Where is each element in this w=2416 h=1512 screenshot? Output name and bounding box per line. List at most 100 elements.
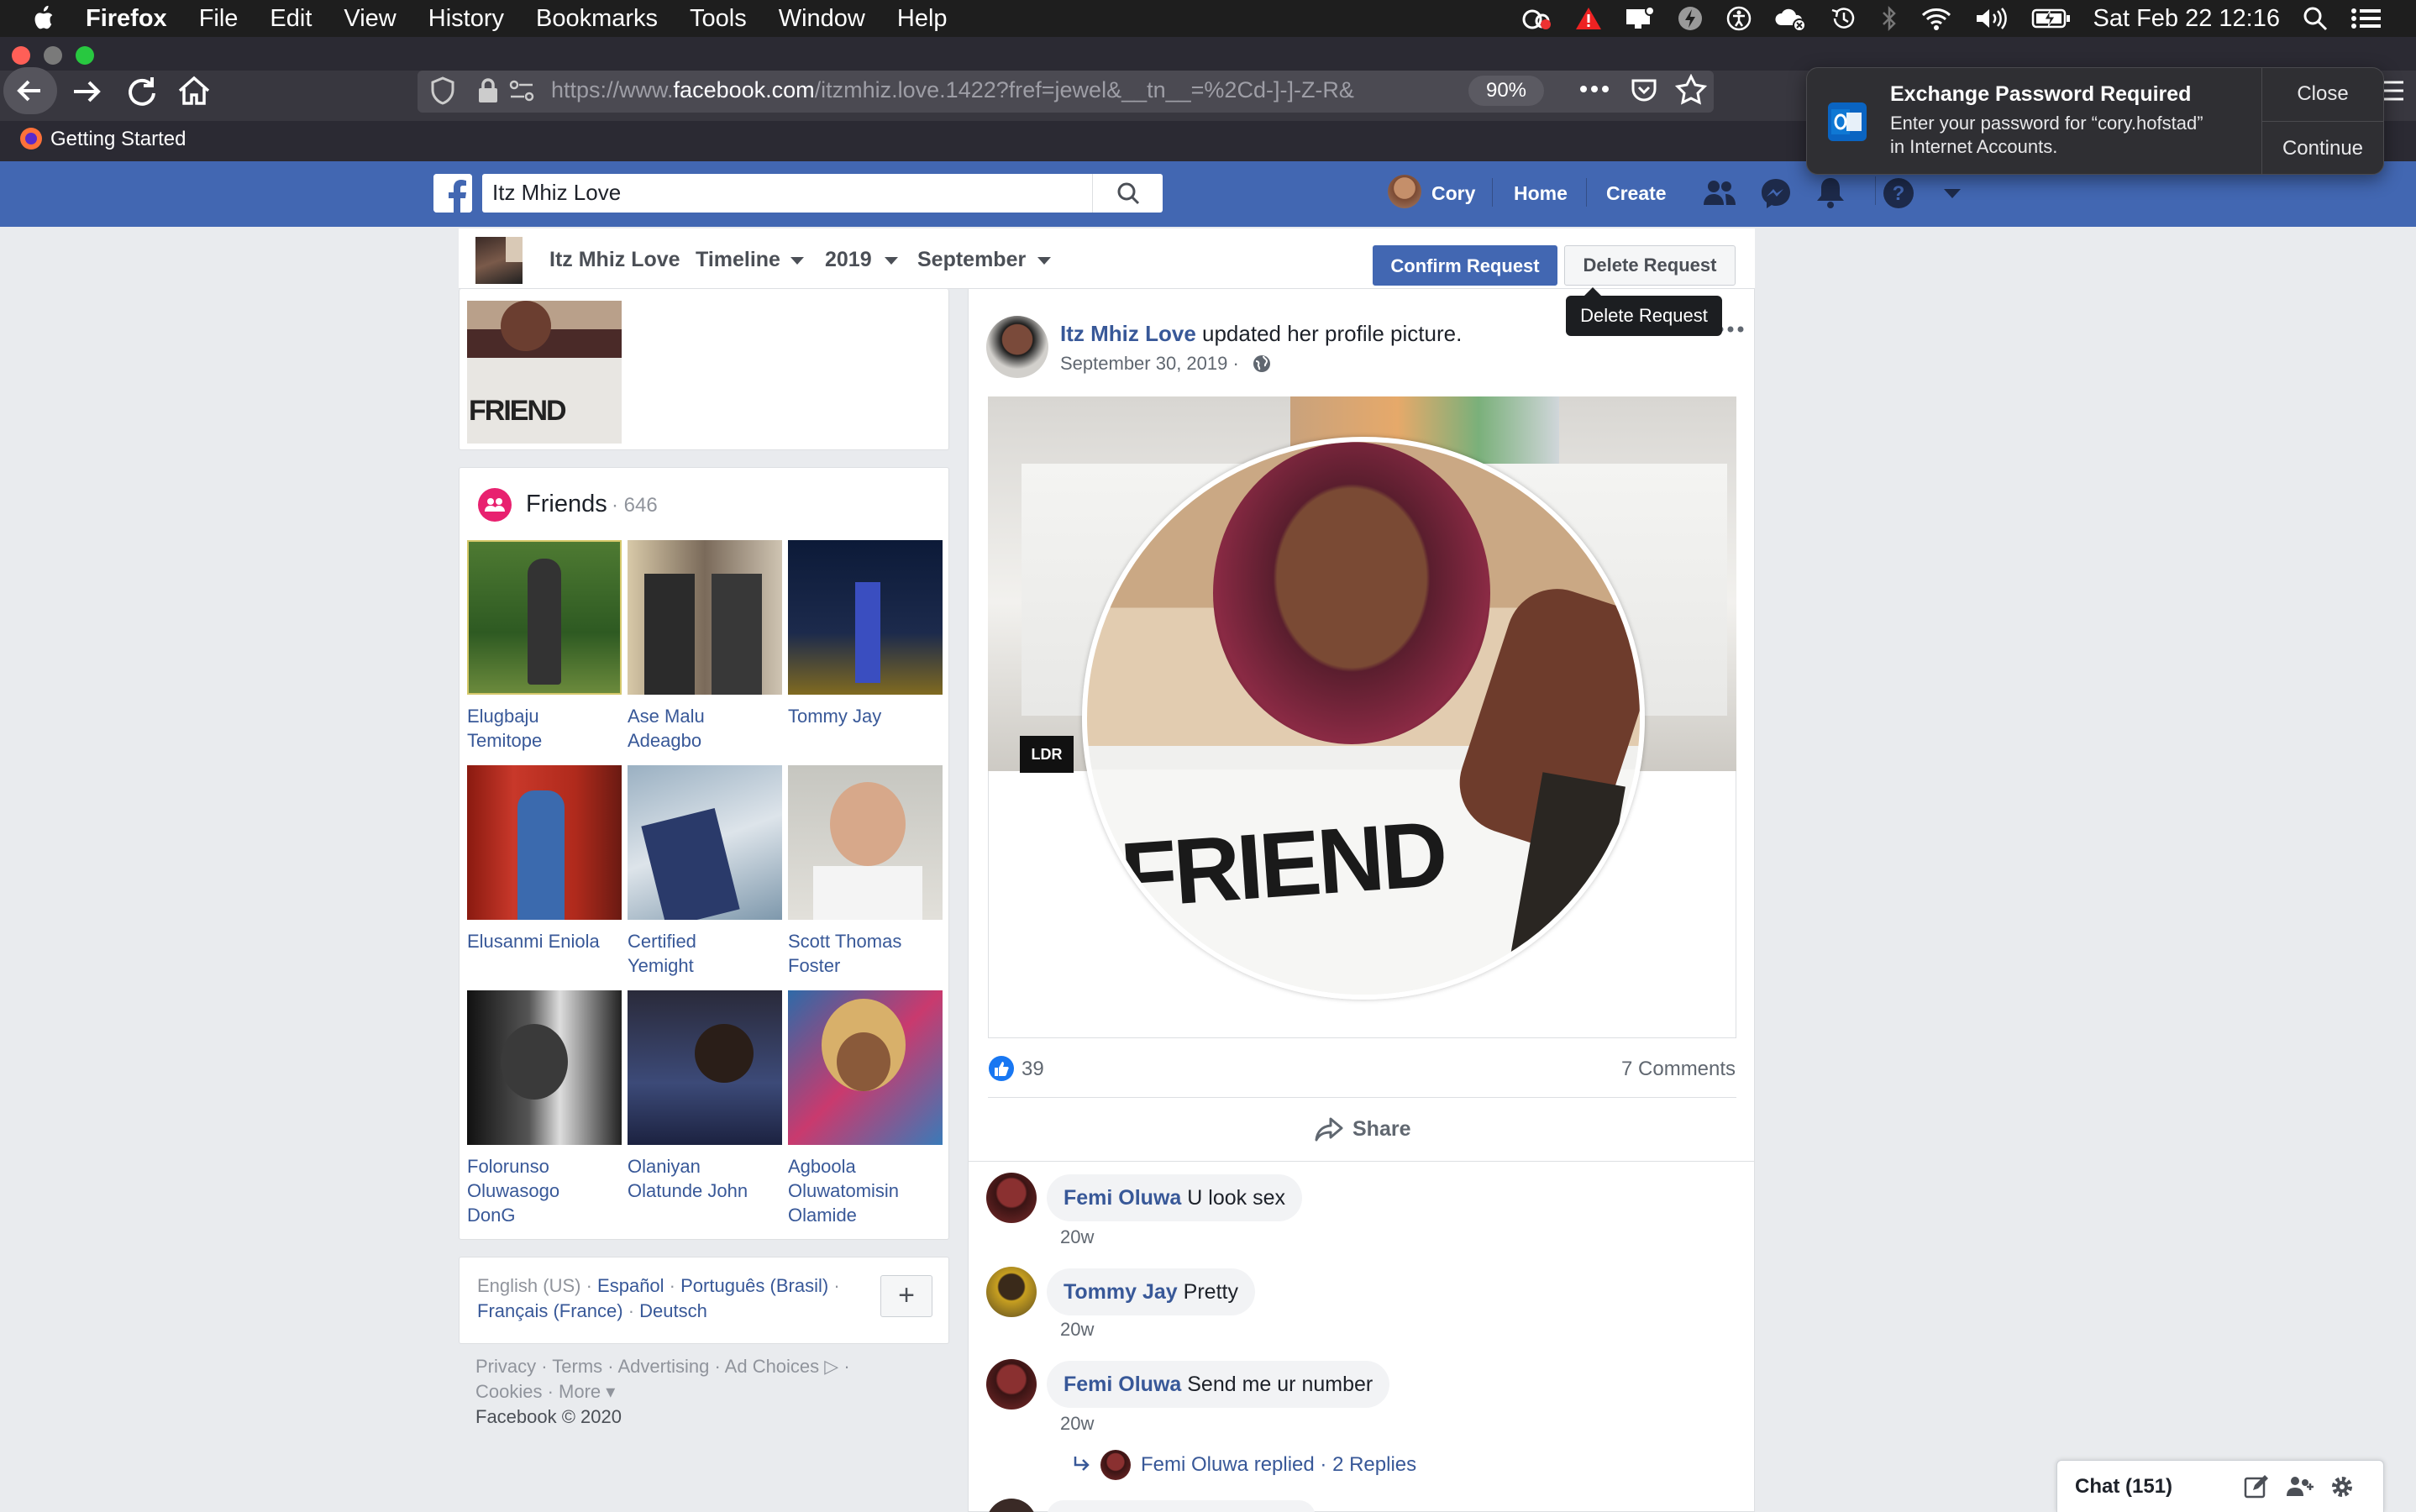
accessibility-icon[interactable] [1725, 5, 1752, 32]
warning-icon[interactable] [1574, 6, 1603, 31]
bookmark-getting-started[interactable]: Getting Started [50, 128, 186, 151]
share-button[interactable]: Share [1352, 1117, 1410, 1142]
time-machine-icon[interactable] [1830, 5, 1858, 32]
share-icon[interactable] [1314, 1116, 1344, 1142]
search-input[interactable]: Itz Mhiz Love [492, 180, 621, 206]
nav-create[interactable]: Create [1606, 182, 1667, 205]
friend-photo[interactable] [628, 540, 782, 695]
friend-name[interactable]: Elugbaju Temitope [467, 704, 622, 753]
chat-settings-gear-icon[interactable] [2329, 1473, 2356, 1500]
back-button[interactable] [3, 67, 57, 114]
menu-app-name[interactable]: Firefox [86, 0, 167, 37]
messenger-icon[interactable] [1759, 176, 1793, 210]
notification-center-icon[interactable] [2350, 6, 2382, 31]
power-icon[interactable] [1677, 5, 1704, 32]
apple-icon[interactable] [30, 4, 55, 33]
home-icon[interactable] [175, 72, 213, 111]
creative-cloud-icon[interactable] [1521, 6, 1552, 31]
view-replies-link[interactable]: Femi Oluwa replied · 2 Replies [1141, 1453, 1416, 1477]
post-author-avatar[interactable] [986, 316, 1048, 378]
comment-time[interactable]: 20w [1060, 1413, 1094, 1435]
friend-photo[interactable] [467, 990, 622, 1145]
cloud-sync-icon[interactable] [1774, 5, 1808, 32]
delete-request-button[interactable]: Delete Request [1564, 245, 1736, 286]
friend-name[interactable]: Olaniyan Olatunde John [628, 1154, 782, 1203]
page-actions-icon[interactable] [1579, 81, 1610, 97]
language-francais[interactable]: Français (France) [477, 1300, 623, 1321]
footer-links-2[interactable]: Cookies · More ▾ [475, 1379, 615, 1404]
year-dropdown[interactable]: 2019 [825, 248, 872, 272]
profile-picture[interactable]: FRIEND [1082, 437, 1645, 1000]
nav-home[interactable]: Home [1514, 182, 1568, 205]
help-icon[interactable]: ? [1882, 176, 1915, 210]
close-window-button[interactable] [12, 46, 30, 65]
friend-name[interactable]: Tommy Jay [788, 704, 943, 728]
pocket-icon[interactable] [1630, 76, 1658, 104]
menu-file[interactable]: File [199, 0, 239, 37]
shield-icon[interactable] [428, 76, 457, 106]
post-author-name[interactable]: Itz Mhiz Love [1060, 321, 1196, 346]
nav-profile-cory[interactable]: Cory [1431, 182, 1475, 205]
comment-author[interactable]: Femi Oluwa [1064, 1186, 1181, 1210]
zoom-level[interactable]: 90% [1468, 76, 1544, 106]
commenter-avatar[interactable] [986, 1359, 1037, 1410]
like-reaction-icon[interactable] [988, 1055, 1015, 1082]
friend-photo[interactable] [467, 765, 622, 920]
zoom-window-button[interactable] [76, 46, 94, 65]
permissions-icon[interactable] [507, 77, 536, 104]
volume-icon[interactable] [1974, 6, 2009, 31]
language-portugues[interactable]: Português (Brasil) [680, 1275, 828, 1296]
lock-icon[interactable] [475, 76, 501, 106]
clock[interactable]: Sat Feb 22 12:16 [2093, 5, 2281, 33]
compose-icon[interactable] [2243, 1473, 2270, 1500]
friend-name[interactable]: Ase Malu Adeagbo [628, 704, 782, 753]
friend-photo[interactable] [628, 765, 782, 920]
comment-author[interactable]: Tommy Jay [1064, 1280, 1178, 1304]
comment-time[interactable]: 20w [1060, 1319, 1094, 1341]
friend-name[interactable]: Certified Yemight [628, 929, 782, 978]
menu-history[interactable]: History [428, 0, 504, 37]
add-language-button[interactable]: + [880, 1275, 932, 1317]
like-count[interactable]: 39 [1022, 1058, 1044, 1081]
menu-bookmarks[interactable]: Bookmarks [536, 0, 658, 37]
battery-icon[interactable] [2031, 6, 2072, 31]
search-button[interactable] [1092, 174, 1163, 213]
account-menu-chevron-icon[interactable] [1942, 186, 1962, 200]
friend-name[interactable]: Scott Thomas Foster [788, 929, 943, 978]
public-globe-icon[interactable] [1252, 354, 1272, 374]
user-avatar[interactable] [1388, 175, 1421, 208]
language-deutsch[interactable]: Deutsch [639, 1300, 707, 1321]
month-dropdown[interactable]: September [917, 248, 1026, 272]
commenter-avatar[interactable] [986, 1173, 1037, 1223]
facebook-logo[interactable] [433, 174, 472, 213]
menu-window[interactable]: Window [779, 0, 865, 37]
notification-close-button[interactable]: Close [2262, 67, 2383, 121]
new-group-icon[interactable] [2285, 1473, 2314, 1500]
language-espanol[interactable]: Español [597, 1275, 664, 1296]
timeline-dropdown[interactable]: Timeline [696, 248, 780, 272]
reload-icon[interactable] [123, 72, 161, 111]
friend-photo[interactable] [788, 990, 943, 1145]
post-date[interactable]: September 30, 2019 · [1060, 353, 1239, 375]
friend-name[interactable]: Elusanmi Eniola [467, 929, 622, 953]
notification-continue-button[interactable]: Continue [2262, 122, 2383, 175]
bookmark-star-icon[interactable] [1675, 74, 1707, 106]
wifi-icon[interactable] [1920, 6, 1952, 31]
friend-name[interactable]: Folorunso Oluwasogo DonG [467, 1154, 622, 1227]
comment-time[interactable]: 20w [1060, 1226, 1094, 1248]
reply-avatar[interactable] [1100, 1450, 1131, 1480]
bluetooth-icon[interactable] [1880, 5, 1899, 32]
friends-title[interactable]: Friends [526, 491, 607, 518]
display-notification-icon[interactable] [1625, 6, 1655, 31]
menu-edit[interactable]: Edit [270, 0, 312, 37]
menu-tools[interactable]: Tools [690, 0, 747, 37]
commenter-avatar[interactable] [986, 1267, 1037, 1317]
friend-photo[interactable] [788, 540, 943, 695]
spotlight-search-icon[interactable] [2302, 5, 2329, 32]
menu-help[interactable]: Help [897, 0, 948, 37]
menu-view[interactable]: View [344, 0, 396, 37]
chat-label[interactable]: Chat (151) [2075, 1475, 2172, 1499]
notifications-bell-icon[interactable] [1815, 175, 1846, 210]
confirm-request-button[interactable]: Confirm Request [1373, 245, 1557, 286]
friend-requests-icon[interactable] [1702, 178, 1737, 208]
